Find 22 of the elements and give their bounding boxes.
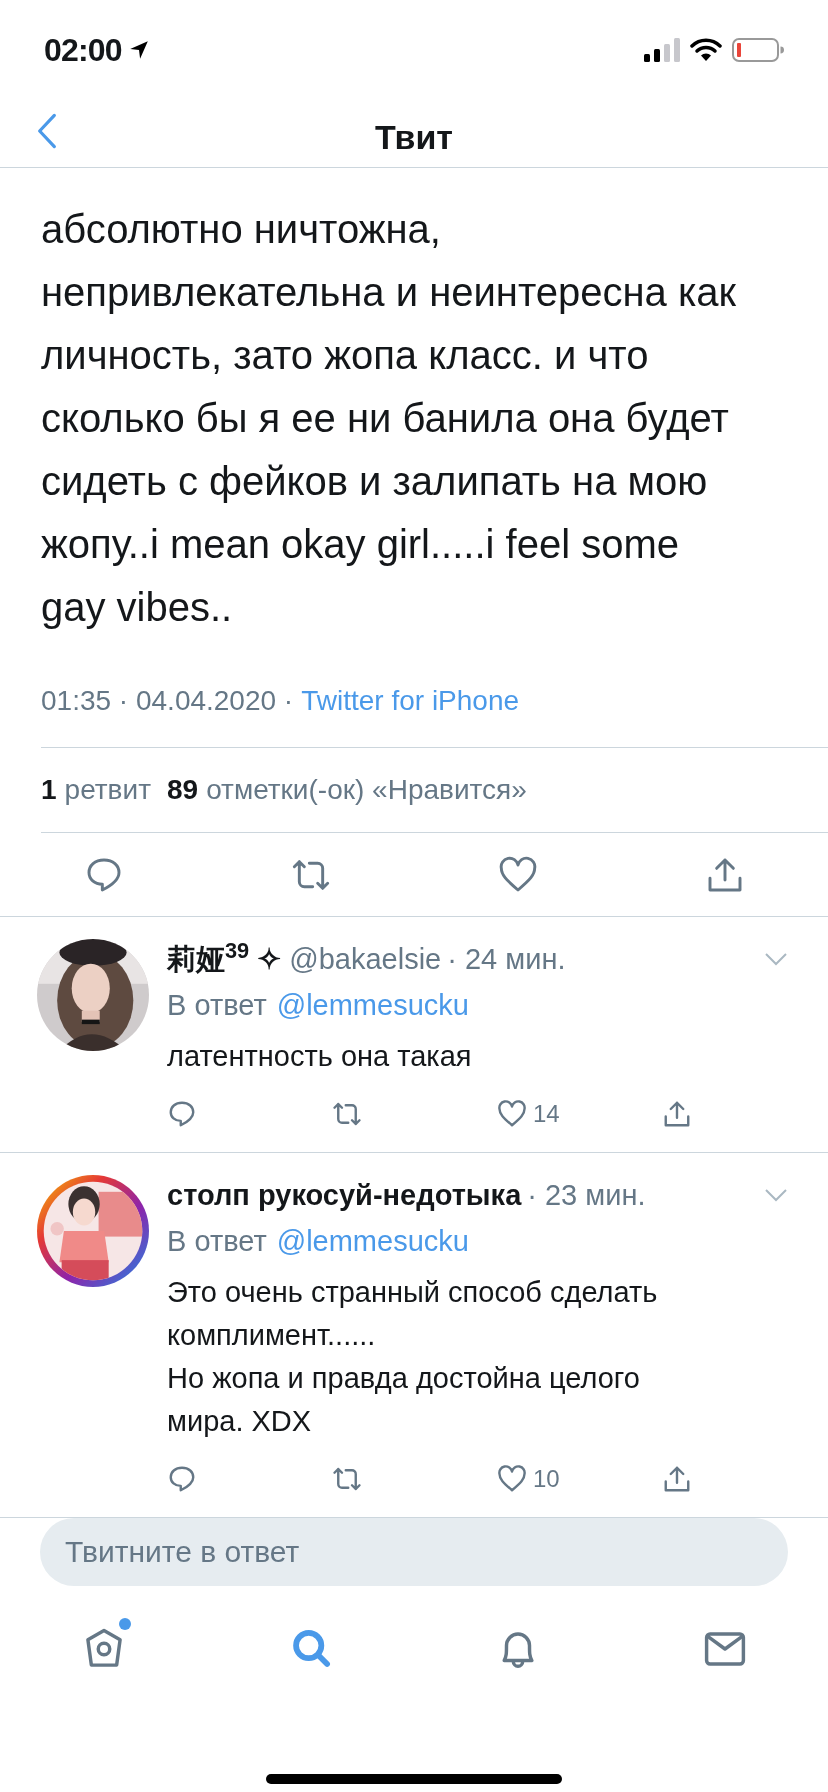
tweet-timestamp: 01:35 · 04.04.2020 · [41, 684, 294, 719]
tweet-text: абсолютно ничтожна, непривлекательна и неинтересна как личность, зато жопа класс. и что сколько бы я ее ни банила она будет сидеть с фейков и залипать на мою жопу..i mean okay girl.....i feel some gay vibes.. [41, 206, 738, 632]
battery-icon [732, 37, 784, 62]
reply-to-label: В ответ [167, 1224, 267, 1260]
wifi-icon [690, 37, 722, 62]
likes-link[interactable]: 89 отметки(-ок) «Нравится» [166, 769, 527, 812]
back-button[interactable] [36, 112, 58, 151]
author-name[interactable]: 莉娅$^{39}$ ✧ [167, 939, 282, 980]
like-count: 10 [533, 1464, 560, 1495]
reply-time: · 23 мин. [527, 1178, 646, 1214]
like-count: 14 [533, 1099, 560, 1130]
status-time: 02:00 [44, 30, 122, 70]
reply-field[interactable]: Твитните в ответ [40, 1518, 788, 1587]
retweets-link[interactable]: 1 ретвит [41, 769, 151, 812]
page-title: Твит [375, 116, 453, 158]
author-handle: @bakaelsie [289, 942, 442, 978]
reply-time: · 24 мин. [447, 942, 566, 978]
signal-icon [644, 37, 680, 62]
reply-text: Это очень странный способ сделать комплимент...... Но жопа и правда достойна целого мира. XDX [167, 1275, 659, 1440]
reply-to-label: В ответ [167, 988, 267, 1024]
reply-text: латентность она такая [167, 1039, 473, 1075]
author-name[interactable]: столп рукосуй-недотыка [167, 1175, 522, 1216]
